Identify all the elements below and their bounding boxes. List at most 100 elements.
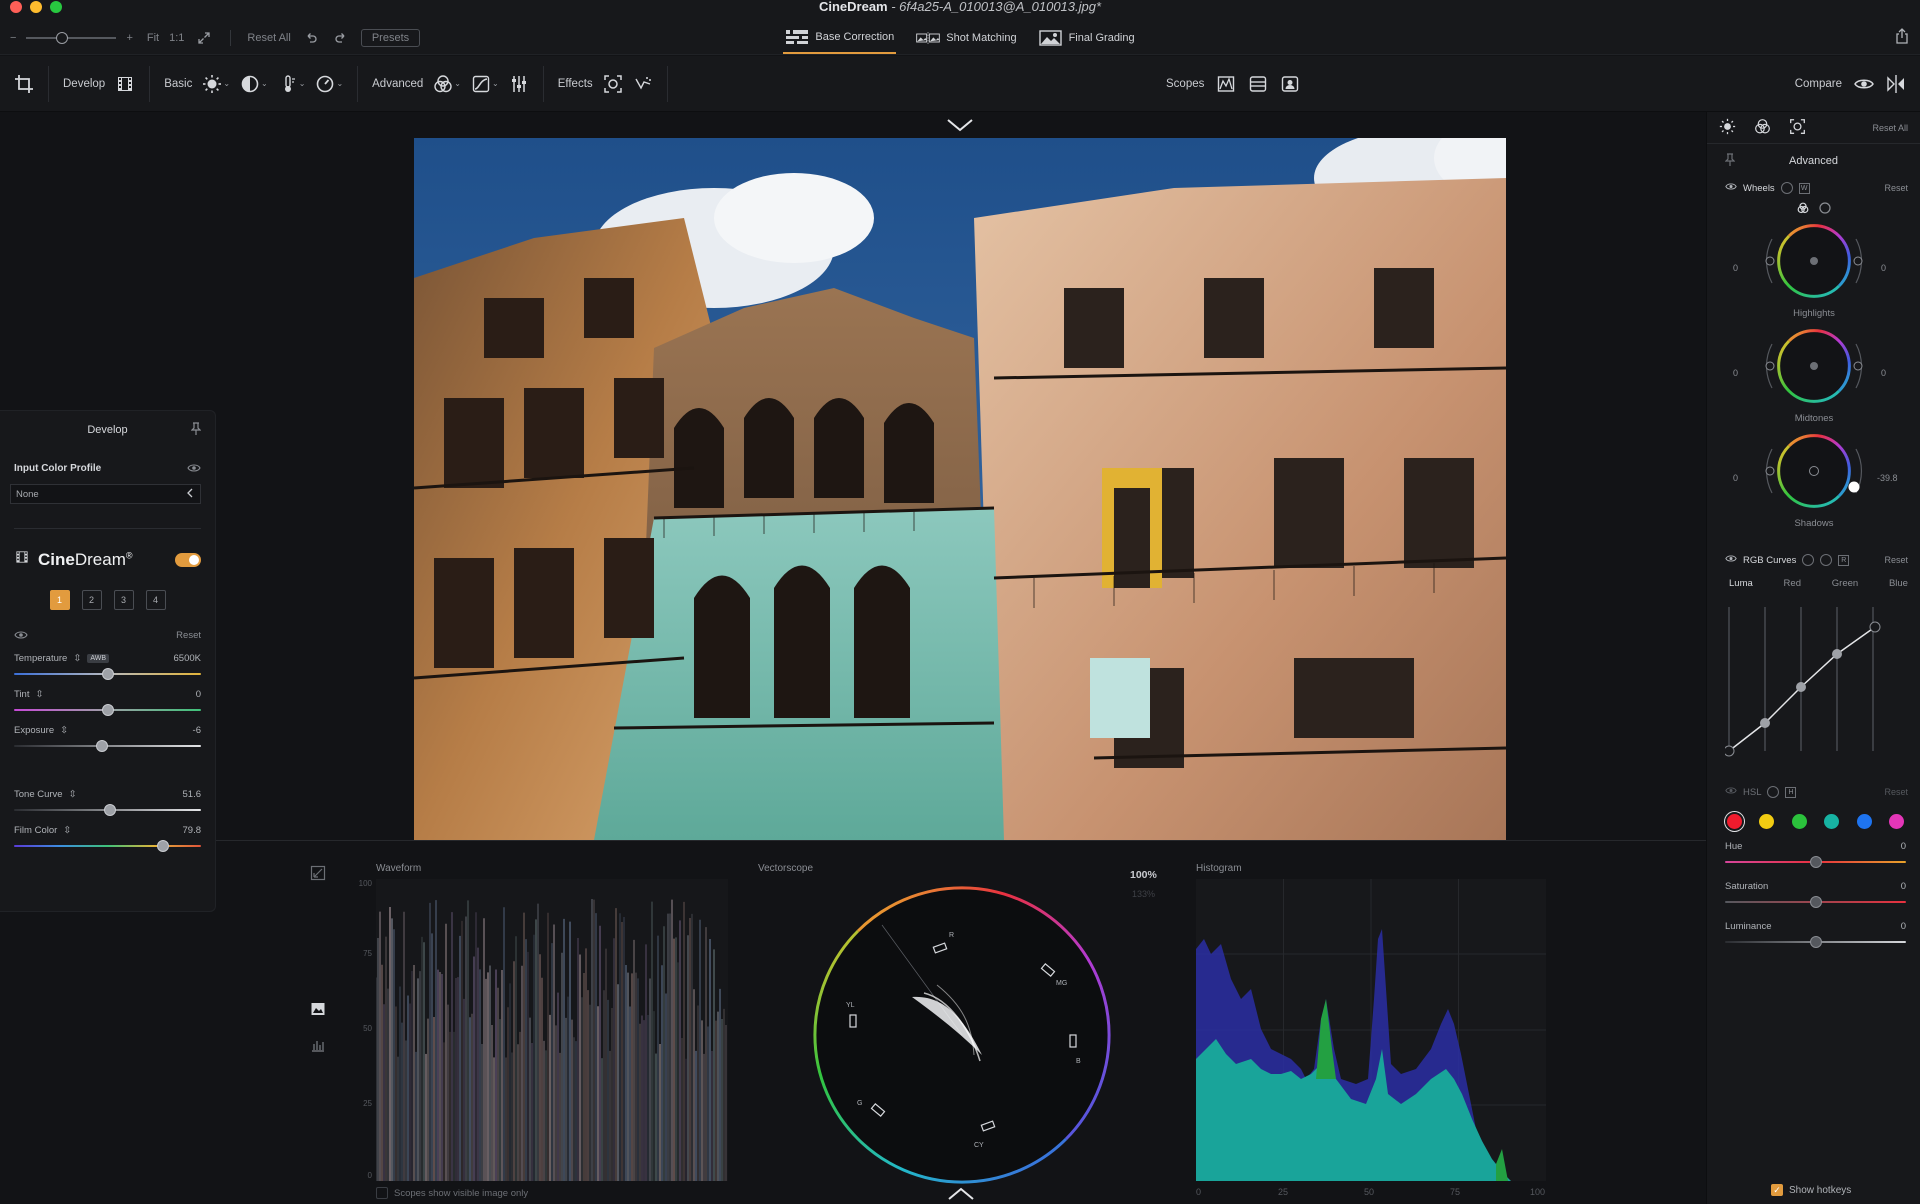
color-mixer-icon[interactable]: ⌄ (433, 74, 461, 94)
slider-value[interactable]: 79.8 (183, 825, 202, 836)
gauge-icon[interactable]: ⌄ (315, 74, 343, 94)
hsl-swatch-cyan[interactable] (1824, 814, 1840, 829)
slider-thumb[interactable] (157, 840, 170, 852)
sort-icon[interactable]: ⇳ (60, 725, 68, 736)
vignette-icon[interactable] (1789, 118, 1806, 138)
scopes-visible-only-checkbox[interactable] (376, 1187, 388, 1199)
slider-thumb[interactable] (104, 804, 117, 816)
scope-image-mode-icon[interactable] (310, 1001, 326, 1020)
scopes-visible-only-option[interactable]: Scopes show visible image only (376, 1187, 528, 1199)
sort-icon[interactable]: ⇳ (73, 653, 81, 664)
preset-slot-3[interactable]: 3 (113, 590, 134, 610)
tab-base-correction[interactable]: Base Correction (783, 28, 897, 54)
hsl-swatch-yellow[interactable] (1759, 814, 1775, 829)
target-icon[interactable] (1767, 786, 1780, 798)
share-icon[interactable] (1894, 28, 1910, 49)
sort-icon[interactable]: ⇳ (63, 825, 71, 836)
reset-all-button[interactable]: Reset All (1872, 123, 1908, 133)
eye-icon[interactable] (187, 463, 201, 476)
show-hotkeys-checkbox[interactable]: ✓ (1771, 1184, 1783, 1196)
wheel-right-value[interactable]: 0 (1881, 263, 1886, 273)
slider-value[interactable]: 0 (1901, 921, 1906, 932)
slider-track[interactable] (14, 668, 201, 680)
color-mixer-icon[interactable] (1797, 202, 1809, 217)
picker-icon[interactable] (1820, 554, 1833, 566)
eye-icon[interactable] (1854, 74, 1874, 94)
scopes-label[interactable]: Scopes (1166, 78, 1204, 90)
wheel-left-value[interactable]: 0 (1733, 473, 1738, 483)
slider-thumb[interactable] (1809, 896, 1822, 908)
sun-icon[interactable] (1719, 118, 1736, 138)
slider-track[interactable] (14, 704, 201, 716)
slider-track[interactable] (1725, 896, 1906, 908)
eye-off-icon[interactable] (1725, 786, 1737, 798)
sort-icon[interactable]: ⇳ (35, 689, 43, 700)
hsl-swatch-magenta[interactable] (1888, 814, 1904, 829)
curves-icon[interactable]: ⌄ (471, 74, 499, 94)
wheels-reset-button[interactable]: Reset (1884, 183, 1908, 193)
crop-icon[interactable] (14, 74, 34, 94)
preset-slot-4[interactable]: 4 (145, 590, 166, 610)
sun-icon[interactable]: ⌄ (202, 74, 230, 94)
wheel-right-value[interactable]: 0 (1881, 368, 1886, 378)
tab-red[interactable]: Red (1784, 578, 1801, 589)
preset-slot-2[interactable]: 2 (81, 590, 102, 610)
pin-icon[interactable] (1724, 152, 1736, 170)
slider-thumb[interactable] (95, 740, 108, 752)
tab-final-grading[interactable]: Final Grading (1037, 28, 1137, 54)
waveform-toggle-icon[interactable] (1216, 74, 1236, 94)
expand-icon[interactable] (194, 28, 214, 48)
vectorscope-zoom[interactable]: 100% (1130, 869, 1157, 881)
wheel-left-value[interactable]: 0 (1733, 368, 1738, 378)
grain-icon[interactable] (633, 74, 653, 94)
wheel-left-value[interactable]: 0 (1733, 263, 1738, 273)
photo-preview[interactable] (414, 138, 1506, 840)
portrait-toggle-icon[interactable] (1280, 74, 1300, 94)
slider-track[interactable] (1725, 856, 1906, 868)
hsl-swatch-green[interactable] (1791, 814, 1807, 829)
undo-icon[interactable] (301, 28, 321, 48)
slider-track[interactable] (14, 840, 201, 852)
tab-blue[interactable]: Blue (1889, 578, 1908, 589)
pin-icon[interactable] (190, 422, 202, 439)
color-mixer-icon[interactable] (1754, 118, 1771, 138)
rgb-curves-reset-button[interactable]: Reset (1884, 555, 1908, 565)
tab-luma[interactable]: Luma (1729, 578, 1753, 589)
sort-icon[interactable]: ⇳ (69, 789, 77, 800)
rgb-curve-editor[interactable] (1723, 597, 1905, 757)
eye-icon[interactable] (14, 630, 28, 643)
target-icon[interactable] (1780, 182, 1793, 194)
layout-toggle-icon[interactable] (1248, 74, 1268, 94)
split-compare-icon[interactable] (1886, 74, 1906, 94)
zoom-in-button[interactable]: + (126, 32, 132, 44)
slider-value[interactable]: 0 (196, 689, 201, 700)
slider-thumb[interactable] (101, 668, 114, 680)
input-profile-select[interactable]: None (10, 484, 201, 504)
collapse-chevron-down-icon[interactable] (945, 118, 975, 137)
target-icon[interactable] (1802, 554, 1815, 566)
scope-resize-icon[interactable] (310, 865, 326, 884)
tab-shot-matching[interactable]: Shot Matching (914, 28, 1018, 54)
zoom-out-button[interactable]: − (10, 32, 16, 44)
slider-thumb[interactable] (1809, 936, 1822, 948)
thermometer-icon[interactable]: ⌄ (278, 74, 305, 94)
hsl-reset-button[interactable]: Reset (1884, 787, 1908, 797)
vectorscope-zoom-alt[interactable]: 133% (1132, 889, 1155, 899)
hsl-swatch-blue[interactable] (1856, 814, 1872, 829)
presets-button[interactable]: Presets (360, 29, 421, 47)
vignette-icon[interactable] (603, 74, 623, 94)
slider-value[interactable]: 51.6 (183, 789, 202, 800)
fit-button[interactable]: Fit (147, 32, 159, 44)
color-wheel[interactable] (1752, 427, 1876, 517)
basic-label[interactable]: Basic (164, 78, 192, 90)
slider-value[interactable]: 0 (1901, 841, 1906, 852)
slider-value[interactable]: -6 (193, 725, 201, 736)
effects-label[interactable]: Effects (558, 78, 593, 90)
reset-button[interactable]: Reset (176, 630, 201, 643)
color-wheel[interactable] (1752, 217, 1876, 307)
zoom-slider[interactable] (26, 32, 117, 44)
slider-value[interactable]: 6500K (174, 653, 201, 664)
hsl-swatch-red[interactable] (1727, 814, 1742, 829)
zoom-slider-thumb[interactable] (56, 32, 69, 44)
expand-chevron-up-icon[interactable] (946, 1187, 976, 1204)
